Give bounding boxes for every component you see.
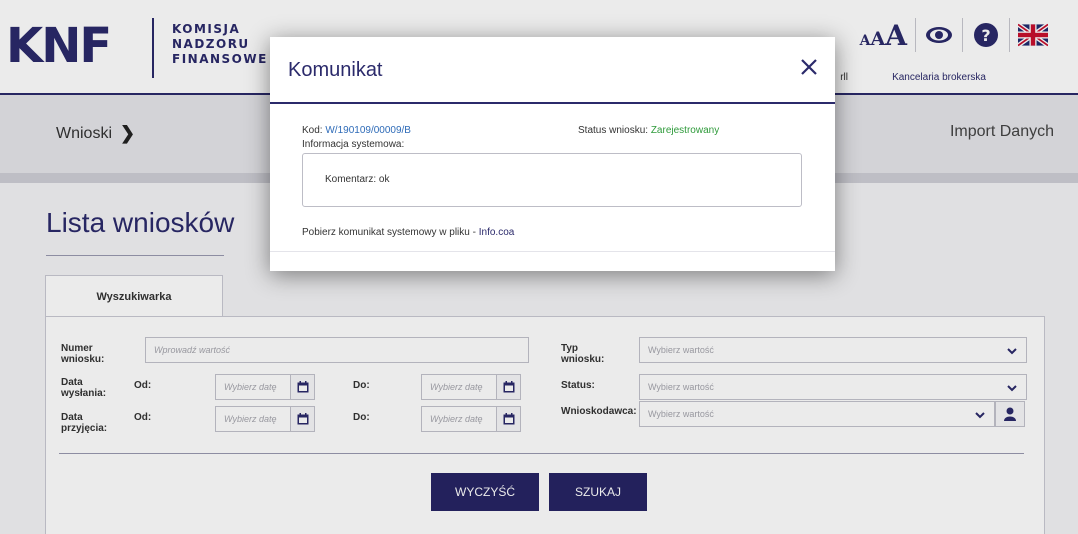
message-dialog: Komunikat Kod: W/190109/00009/B Informac… [270,37,835,271]
status-row: Status wniosku: Zarejestrowany [578,125,719,136]
download-link[interactable]: Info.coa [479,227,515,238]
status-label: Status wniosku: [578,125,649,136]
dialog-title: Komunikat [288,59,383,81]
kod-label: Kod: [302,125,323,136]
app-page: KNF KOMISJA NADZORU FINANSOWE A A A ? rl… [0,0,1078,534]
kod-value[interactable]: W/190109/00009/B [325,125,411,136]
info-label: Informacja systemowa: [302,139,405,150]
dialog-header: Komunikat [270,37,835,104]
close-icon[interactable] [797,55,821,79]
download-text: Pobierz komunikat systemowy w pliku - [302,227,479,238]
status-value: Zarejestrowany [650,125,720,136]
comment-text: Komentarz: ok [325,174,390,185]
kod-row: Kod: W/190109/00009/B [302,125,411,136]
download-row: Pobierz komunikat systemowy w pliku - In… [302,227,514,238]
system-info-box: Komentarz: ok [302,153,802,207]
dialog-footer-divider [270,251,835,252]
